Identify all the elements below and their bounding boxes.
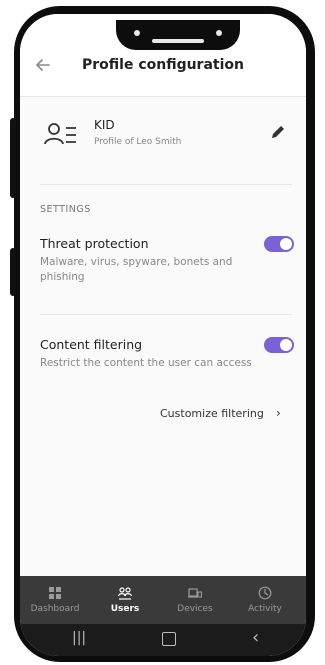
clock-icon <box>258 585 272 600</box>
content-filtering-description: Restrict the content the user can access <box>40 357 252 369</box>
toggle-knob <box>280 339 292 351</box>
home-icon[interactable] <box>162 632 176 646</box>
screen: Profile configuration KID Profile of Leo… <box>20 14 306 656</box>
toggle-knob <box>280 238 292 250</box>
pencil-icon[interactable] <box>270 124 286 140</box>
devices-icon <box>188 585 203 599</box>
users-icon <box>117 585 133 600</box>
side-button-lower <box>10 248 16 296</box>
side-button-upper <box>10 118 16 198</box>
threat-protection-title: Threat protection <box>40 236 149 251</box>
tab-devices[interactable]: Devices <box>160 576 230 624</box>
notch <box>116 20 240 50</box>
threat-protection-description: Malware, virus, spyware, bonets and phis… <box>40 256 233 283</box>
content-filtering-title: Content filtering <box>40 337 143 352</box>
tab-label: Devices <box>177 604 213 614</box>
profile-subtitle: Profile of Leo Smith <box>94 137 182 147</box>
system-nav-bar: ||| ‹ <box>20 624 306 656</box>
recent-apps-icon[interactable]: ||| <box>72 630 86 646</box>
customize-filtering-link[interactable]: Customize filtering <box>160 407 264 420</box>
user-list-icon <box>44 120 78 148</box>
speaker <box>152 39 204 43</box>
tab-users[interactable]: Users <box>90 576 160 624</box>
threat-protection-toggle[interactable] <box>264 236 294 252</box>
sensor-dot-right <box>216 30 222 36</box>
profile-card: KID Profile of Leo Smith <box>20 102 306 174</box>
tab-label: Activity <box>248 604 282 614</box>
chevron-right-icon[interactable]: › <box>276 406 281 420</box>
tab-activity[interactable]: Activity <box>230 576 300 624</box>
back-icon[interactable]: ‹ <box>252 627 259 648</box>
page-title: Profile configuration <box>81 57 244 73</box>
bottom-tab-bar: Dashboard Users Devices Activity <box>20 576 306 624</box>
settings-section-label: SETTINGS <box>40 204 91 215</box>
sensor-dot-left <box>134 30 140 36</box>
dashboard-grid-icon <box>48 585 62 599</box>
content-filtering-toggle[interactable] <box>264 337 294 353</box>
tab-dashboard[interactable]: Dashboard <box>20 576 90 624</box>
divider <box>40 184 292 185</box>
tab-label: Dashboard <box>30 604 80 614</box>
tab-label: Users <box>110 604 140 614</box>
profile-name: KID <box>94 118 115 132</box>
divider <box>40 314 292 315</box>
